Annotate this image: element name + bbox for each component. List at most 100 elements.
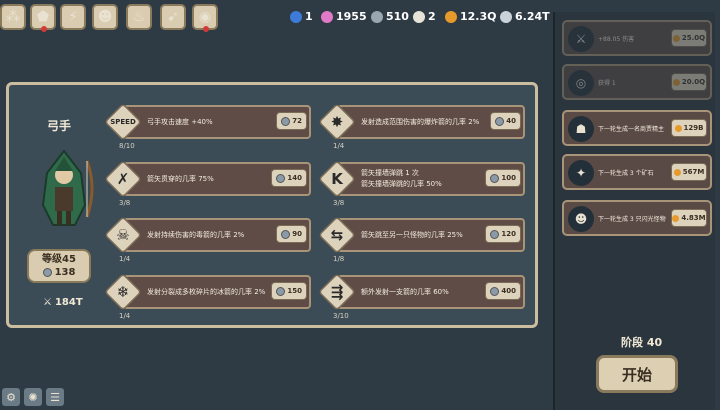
upgrade-description-line: 弓手攻击速度 +40% <box>147 117 213 126</box>
upgrade-description: 箭矢跳至另一只怪物的几率 25% <box>361 218 463 252</box>
gold-count-value: 12.3Q <box>460 10 497 23</box>
upgrade-buy-button[interactable]: 72 <box>276 112 307 130</box>
hero-spawn-icon: ☗ <box>568 116 594 142</box>
ore-icon <box>371 10 383 23</box>
explosion-icon: ✸ <box>330 113 344 131</box>
settings-icon[interactable]: ⚙ <box>2 388 20 406</box>
gold-coin-icon <box>672 78 680 86</box>
upgrade-buy-button[interactable]: 100 <box>485 169 521 187</box>
monster-spawn-icon: ☻ <box>568 206 594 232</box>
fire-icon: ♨ <box>132 9 146 25</box>
upgrade-price: 400 <box>501 287 516 295</box>
upgrade-buy-button[interactable]: 140 <box>271 169 307 187</box>
shop-card[interactable]: ◎ 获得 1 20.0Q <box>562 64 712 100</box>
monster-button[interactable]: ☻ <box>92 4 118 30</box>
shop-card-buy-button[interactable]: 129B <box>671 119 707 137</box>
shop-card-price: 4.83M <box>681 214 706 222</box>
ore-coin-icon <box>490 286 500 296</box>
upgrade-progress: 1/8 <box>333 255 345 263</box>
barrel-button[interactable]: ◉ <box>192 4 218 32</box>
shop-card-description: +88.05 伤害 <box>598 35 635 43</box>
upgrade-row: ⇶ 额外发射一支箭的几率 60% 400 3/10 <box>318 273 525 320</box>
frost-icon: ❄ <box>116 283 130 301</box>
list-icon[interactable]: ☰ <box>46 388 64 406</box>
upgrade-progress: 1/4 <box>119 312 131 320</box>
upgrade-price: 90 <box>292 230 302 238</box>
shop-card[interactable]: ☻ 下一轮生成 3 只闪光怪物 4.83M <box>562 200 712 236</box>
upgrade-price: 120 <box>501 230 516 238</box>
notification-dot <box>203 26 209 32</box>
candy-icon <box>321 10 333 23</box>
lightning-button[interactable]: ⚡ <box>60 4 86 30</box>
shop-card-buy-button[interactable]: 20.0Q <box>671 73 707 91</box>
shop-card-buy-button[interactable]: 4.83M <box>671 209 707 227</box>
upgrade-description-line: 发射持续伤害的毒箭的几率 2% <box>147 230 245 239</box>
pierce-icon: ✗ <box>116 170 130 188</box>
sword-icon: ⚔ <box>43 297 52 308</box>
shield-button[interactable]: ⬟ <box>30 4 56 32</box>
upgrade-buy-button[interactable]: 400 <box>485 282 521 300</box>
upgrade-row: ⇆ 箭矢跳至另一只怪物的几率 25% 120 1/8 <box>318 216 525 263</box>
upgrade-price: 40 <box>506 117 516 125</box>
fire-button[interactable]: ♨ <box>126 4 152 30</box>
ore-coin-icon <box>495 116 505 126</box>
shop-card-buy-button[interactable]: 567M <box>671 163 707 181</box>
speed-icon: SPEED <box>110 118 136 126</box>
upgrade-description: 箭矢撞墙弹跳 1 次箭矢撞墙弹跳的几率 50% <box>361 162 442 196</box>
upgrade-progress: 3/8 <box>119 199 131 207</box>
upgrade-description-line: 额外发射一支箭的几率 60% <box>361 287 449 296</box>
bow-icon: ➹ <box>167 9 179 25</box>
upgrade-buy-button[interactable]: 150 <box>271 282 307 300</box>
start-button[interactable]: 开始 <box>596 355 678 393</box>
ore-coin-icon <box>490 173 500 183</box>
ore-coin-icon <box>276 286 286 296</box>
upgrade-description: 发射造成范围伤害的爆炸箭的几率 2% <box>361 105 479 139</box>
upgrade-row: ☠ 发射持续伤害的毒箭的几率 2% 90 1/4 <box>104 216 311 263</box>
upgrade-progress: 1/4 <box>333 142 345 150</box>
barrel-icon: ◉ <box>198 9 212 25</box>
upgrade-description-line: 箭矢跳至另一只怪物的几率 25% <box>361 230 463 239</box>
shop-card-price: 129B <box>683 124 704 132</box>
ore-coin-icon <box>281 116 291 126</box>
lightning-icon: ⚡ <box>68 9 78 25</box>
notification-dot <box>41 26 47 32</box>
ore-coin-icon <box>490 229 500 239</box>
upgrade-price: 140 <box>287 174 302 182</box>
damage-icon: ⚔ <box>568 26 594 52</box>
level-upgrade-button[interactable]: 等级45 138 <box>27 249 91 283</box>
gold-coin-icon <box>672 34 680 42</box>
hero-upgrade-panel: 弓手 等级45 138 ⚔ 184T SPEED 弓手攻击速度 +40% 72 8/1… <box>6 82 538 328</box>
shop-card-price: 20.0Q <box>681 78 706 86</box>
upgrade-description-line: 箭矢撞墙弹跳的几率 50% <box>361 180 442 188</box>
candy-count-value: 1955 <box>336 10 367 23</box>
power-count: 6.24T <box>500 10 550 23</box>
upgrade-buy-button[interactable]: 40 <box>490 112 521 130</box>
gold-coin-icon <box>672 214 680 222</box>
shop-card[interactable]: ⚔ +88.05 伤害 25.0Q <box>562 20 712 56</box>
bounce-icon: K <box>331 170 343 188</box>
spark-icon[interactable]: ✺ <box>24 388 42 406</box>
shop-card-description: 获得 1 <box>598 79 616 87</box>
gold-icon <box>445 10 457 23</box>
upgrade-buy-button[interactable]: 90 <box>276 225 307 243</box>
upgrade-row: ✗ 箭矢贯穿的几率 75% 140 3/8 <box>104 160 311 207</box>
upgrade-buy-button[interactable]: 120 <box>485 225 521 243</box>
upgrade-description: 箭矢贯穿的几率 75% <box>147 162 214 196</box>
upgrade-progress: 3/10 <box>333 312 349 320</box>
shop-card-buy-button[interactable]: 25.0Q <box>671 29 707 47</box>
upgrade-progress: 3/8 <box>333 199 345 207</box>
shop-card-description: 下一轮生成一名商贾精主 <box>598 125 665 133</box>
skill-tree-icon: ⁂ <box>6 9 20 25</box>
shop-card[interactable]: ☗ 下一轮生成一名商贾精主 129B <box>562 110 712 146</box>
upgrade-row: SPEED 弓手攻击速度 +40% 72 8/10 <box>104 103 311 150</box>
poison-skull-icon: ☠ <box>116 226 130 244</box>
shop-side-panel: ⚔ +88.05 伤害 25.0Q ◎ 获得 1 20.0Q ☗ 下一轮生成一名商贾精主 129… <box>553 12 715 410</box>
shop-card[interactable]: ✦ 下一轮生成 3 个矿石 567M <box>562 154 712 190</box>
hero-level: 等级45 <box>42 254 76 265</box>
upgrade-description: 发射持续伤害的毒箭的几率 2% <box>147 218 244 252</box>
bow-button[interactable]: ➹ <box>160 4 186 30</box>
power-icon <box>500 10 512 23</box>
skill-tree-button[interactable]: ⁂ <box>0 4 26 30</box>
shop-card-price: 25.0Q <box>681 34 706 42</box>
shop-card-description: 下一轮生成 3 个矿石 <box>598 169 654 177</box>
